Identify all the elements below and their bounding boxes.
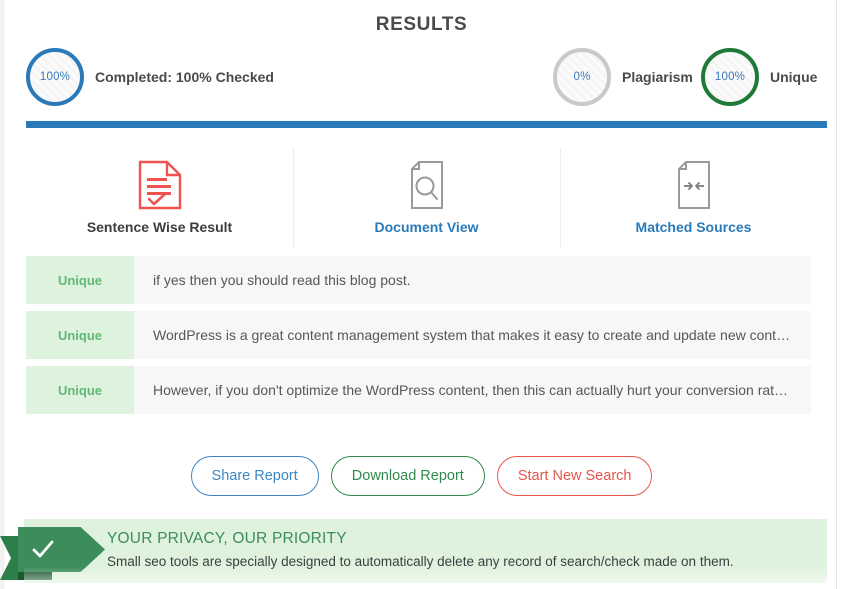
privacy-title: YOUR PRIVACY, OUR PRIORITY: [107, 530, 347, 547]
tab-sentence-wise-result-label: Sentence Wise Result: [86, 219, 233, 235]
sentence-results-list: Unique if yes then you should read this …: [26, 256, 811, 421]
plagiarism-label: Plagiarism: [622, 69, 693, 85]
status-badge: Unique: [26, 256, 134, 304]
stat-completed: 100% Completed: 100% Checked: [26, 48, 274, 106]
table-row[interactable]: Unique However, if you don't optimize th…: [26, 366, 811, 414]
sentence-text-cell: However, if you don't optimize the WordP…: [134, 366, 811, 414]
download-report-button[interactable]: Download Report: [330, 456, 485, 496]
tab-document-view-label: Document View: [374, 219, 479, 235]
table-row[interactable]: Unique WordPress is a great content mana…: [26, 311, 811, 359]
privacy-text-block: YOUR PRIVACY, OUR PRIORITY Small seo too…: [107, 530, 734, 569]
completed-percent-ring: 100%: [26, 48, 84, 106]
sentence-text-cell: if yes then you should read this blog po…: [134, 256, 811, 304]
sentence-text: WordPress is a great content management …: [153, 327, 791, 343]
table-row[interactable]: Unique if yes then you should read this …: [26, 256, 811, 304]
unique-label: Unique: [770, 69, 818, 85]
tab-document-view[interactable]: Document View: [293, 148, 560, 248]
document-checklist-icon: [137, 160, 183, 210]
stats-row: 100% Completed: 100% Checked 0% Plagiari…: [26, 48, 826, 110]
page-left-gutter: [0, 0, 4, 589]
unique-percent-value: 100%: [714, 71, 746, 83]
status-badge: Unique: [26, 366, 134, 414]
plagiarism-percent-value: 0%: [573, 71, 591, 83]
status-badge: Unique: [26, 311, 134, 359]
privacy-bottom-fade: [24, 567, 827, 583]
page-right-gutter: [836, 0, 843, 589]
tab-sentence-wise-result[interactable]: Sentence Wise Result: [26, 148, 293, 248]
action-buttons: Share Report Download Report Start New S…: [0, 456, 843, 496]
check-ribbon-icon: [0, 527, 105, 580]
unique-percent-ring: 100%: [701, 48, 759, 106]
document-compare-icon: [671, 161, 717, 209]
start-new-search-button[interactable]: Start New Search: [496, 456, 653, 496]
completed-percent-value: 100%: [39, 71, 71, 83]
tab-matched-sources[interactable]: Matched Sources: [560, 148, 827, 248]
completed-label: Completed: 100% Checked: [95, 69, 274, 85]
ribbon-body: [18, 527, 105, 572]
privacy-banner: YOUR PRIVACY, OUR PRIORITY Small seo too…: [0, 519, 827, 583]
tab-matched-sources-label: Matched Sources: [635, 219, 752, 235]
sentence-text: However, if you don't optimize the WordP…: [153, 382, 789, 398]
share-report-button[interactable]: Share Report: [190, 456, 319, 496]
document-search-icon: [404, 161, 450, 209]
progress-bar: [26, 121, 827, 128]
tab-strip: Sentence Wise Result Document View Match…: [26, 148, 827, 248]
results-page: RESULTS 100% Completed: 100% Checked 0% …: [0, 0, 843, 589]
checkmark-icon: [32, 540, 54, 557]
stat-plagiarism: 0% Plagiarism: [553, 48, 693, 106]
plagiarism-percent-ring: 0%: [553, 48, 611, 106]
sentence-text-cell: WordPress is a great content management …: [134, 311, 811, 359]
sentence-text: if yes then you should read this blog po…: [153, 272, 411, 288]
page-title: RESULTS: [375, 14, 468, 35]
stat-unique: 100% Unique: [701, 48, 817, 106]
